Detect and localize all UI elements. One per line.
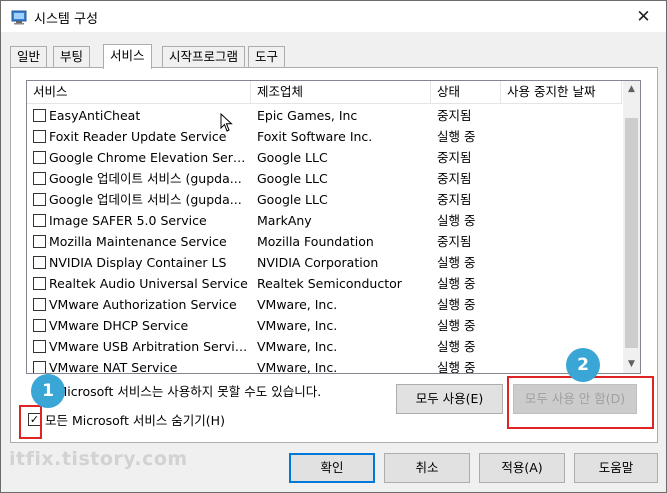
service-manufacturer: VMware, Inc. xyxy=(257,339,338,354)
tab-services[interactable]: 서비스 xyxy=(103,44,152,69)
system-config-icon xyxy=(11,10,27,25)
table-row[interactable]: Foxit Reader Update Service Foxit Softwar… xyxy=(27,126,622,147)
service-checkbox[interactable] xyxy=(33,298,46,311)
service-name: Google 업데이트 서비스 (gupda... xyxy=(49,171,242,186)
service-status: 중지됨 xyxy=(437,108,472,123)
table-row[interactable]: EasyAntiCheat Epic Games, Inc 중지됨 xyxy=(27,105,622,126)
close-button[interactable]: ✕ xyxy=(621,1,666,32)
service-checkbox[interactable] xyxy=(33,130,46,143)
column-header-disabled-date[interactable]: 사용 중지한 날짜 xyxy=(501,81,622,103)
service-checkbox[interactable] xyxy=(33,277,46,290)
help-button[interactable]: 도움말 xyxy=(574,453,658,483)
tab-boot[interactable]: 부팅 xyxy=(53,46,91,67)
service-name: Realtek Audio Universal Service xyxy=(49,276,248,291)
close-icon: ✕ xyxy=(636,6,651,27)
column-header-status[interactable]: 상태 xyxy=(431,81,501,103)
service-checkbox[interactable] xyxy=(33,151,46,164)
table-row[interactable]: VMware Authorization Service VMware, Inc.… xyxy=(27,294,622,315)
service-name: NVIDIA Display Container LS xyxy=(49,255,227,270)
service-name: VMware USB Arbitration Service xyxy=(49,339,249,354)
ok-button[interactable]: 확인 xyxy=(289,453,375,483)
table-row[interactable]: VMware NAT Service VMware, Inc. 실행 중 xyxy=(27,357,622,374)
service-manufacturer: VMware, Inc. xyxy=(257,297,338,312)
service-manufacturer: Realtek Semiconductor xyxy=(257,276,402,291)
service-name: Image SAFER 5.0 Service xyxy=(49,213,207,228)
scroll-thumb[interactable] xyxy=(625,118,638,348)
scroll-up-icon[interactable]: ▲ xyxy=(623,81,640,98)
annotation-badge-1: 1 xyxy=(31,374,65,408)
service-checkbox[interactable] xyxy=(33,361,46,373)
service-checkbox[interactable] xyxy=(33,109,46,122)
hide-ms-services-label: 모든 Microsoft 서비스 숨기기(H) xyxy=(45,413,225,428)
annotation-box-1 xyxy=(19,405,42,439)
cancel-button[interactable]: 취소 xyxy=(384,453,470,483)
service-status: 중지됨 xyxy=(437,192,472,207)
service-name: Foxit Reader Update Service xyxy=(49,129,227,144)
service-status: 중지됨 xyxy=(437,150,472,165)
service-status: 실행 중 xyxy=(437,255,476,270)
table-row[interactable]: NVIDIA Display Container LS NVIDIA Corpor… xyxy=(27,252,622,273)
service-checkbox[interactable] xyxy=(33,172,46,185)
service-status: 실행 중 xyxy=(437,339,476,354)
service-checkbox[interactable] xyxy=(33,235,46,248)
vertical-scrollbar[interactable]: ▲ ▼ xyxy=(623,81,640,373)
scroll-down-icon[interactable]: ▼ xyxy=(623,356,640,373)
ms-services-note: 안 Microsoft 서비스는 사용하지 못할 수도 있습니다. xyxy=(41,384,322,399)
service-manufacturer: Foxit Software Inc. xyxy=(257,129,373,144)
watermark: itfix.tistory.com xyxy=(9,448,188,470)
table-row[interactable]: Google 업데이트 서비스 (gupda... Google LLC 중지됨 xyxy=(27,189,622,210)
service-status: 실행 중 xyxy=(437,297,476,312)
column-header-service[interactable]: 서비스 xyxy=(27,81,251,103)
table-row[interactable]: Realtek Audio Universal Service Realtek S… xyxy=(27,273,622,294)
service-manufacturer: VMware, Inc. xyxy=(257,318,338,333)
annotation-box-2 xyxy=(507,376,654,429)
service-checkbox[interactable] xyxy=(33,319,46,332)
system-configuration-window: 시스템 구성 ✕ 일반 부팅 서비스 시작프로그램 도구 서비스 제조업체 상태… xyxy=(0,0,667,493)
service-checkbox[interactable] xyxy=(33,256,46,269)
service-name: Mozilla Maintenance Service xyxy=(49,234,227,249)
service-name: VMware Authorization Service xyxy=(49,297,237,312)
title-bar[interactable]: 시스템 구성 ✕ xyxy=(1,1,666,32)
service-name: Google Chrome Elevation Servic... xyxy=(49,150,249,165)
service-manufacturer: MarkAny xyxy=(257,213,312,228)
service-status: 중지됨 xyxy=(437,234,472,249)
tab-general[interactable]: 일반 xyxy=(10,46,48,67)
list-header: 서비스 제조업체 상태 사용 중지한 날짜 xyxy=(27,81,622,104)
service-checkbox[interactable] xyxy=(33,214,46,227)
service-manufacturer: Epic Games, Inc xyxy=(257,108,358,123)
service-status: 실행 중 xyxy=(437,276,476,291)
service-manufacturer: Mozilla Foundation xyxy=(257,234,374,249)
table-row[interactable]: Mozilla Maintenance Service Mozilla Found… xyxy=(27,231,622,252)
tab-tools[interactable]: 도구 xyxy=(248,46,286,67)
table-row[interactable]: Google Chrome Elevation Servic... Google … xyxy=(27,147,622,168)
service-manufacturer: Google LLC xyxy=(257,192,328,207)
tab-startup[interactable]: 시작프로그램 xyxy=(162,46,246,67)
table-row[interactable]: Image SAFER 5.0 Service MarkAny 실행 중 xyxy=(27,210,622,231)
apply-button[interactable]: 적용(A) xyxy=(479,453,565,483)
service-name: EasyAntiCheat xyxy=(49,108,141,123)
window-title: 시스템 구성 xyxy=(34,12,98,27)
annotation-badge-2: 2 xyxy=(566,348,600,382)
service-manufacturer: Google LLC xyxy=(257,171,328,186)
table-row[interactable]: Google 업데이트 서비스 (gupda... Google LLC 중지됨 xyxy=(27,168,622,189)
service-status: 실행 중 xyxy=(437,129,476,144)
service-manufacturer: VMware, Inc. xyxy=(257,360,338,374)
service-status: 실행 중 xyxy=(437,318,476,333)
service-status: 실행 중 xyxy=(437,213,476,228)
enable-all-button[interactable]: 모두 사용(E) xyxy=(396,384,503,414)
services-list[interactable]: 서비스 제조업체 상태 사용 중지한 날짜 EasyAntiCheat Epic … xyxy=(26,80,641,374)
service-manufacturer: Google LLC xyxy=(257,150,328,165)
table-row[interactable]: VMware USB Arbitration Service VMware, In… xyxy=(27,336,622,357)
service-status: 실행 중 xyxy=(437,360,476,374)
service-name: Google 업데이트 서비스 (gupda... xyxy=(49,192,242,207)
service-status: 중지됨 xyxy=(437,171,472,186)
column-header-manufacturer[interactable]: 제조업체 xyxy=(251,81,431,103)
table-row[interactable]: VMware DHCP Service VMware, Inc. 실행 중 xyxy=(27,315,622,336)
service-checkbox[interactable] xyxy=(33,340,46,353)
service-manufacturer: NVIDIA Corporation xyxy=(257,255,379,270)
service-checkbox[interactable] xyxy=(33,193,46,206)
mouse-cursor-icon xyxy=(220,113,233,132)
service-name: VMware NAT Service xyxy=(49,360,178,374)
service-name: VMware DHCP Service xyxy=(49,318,189,333)
